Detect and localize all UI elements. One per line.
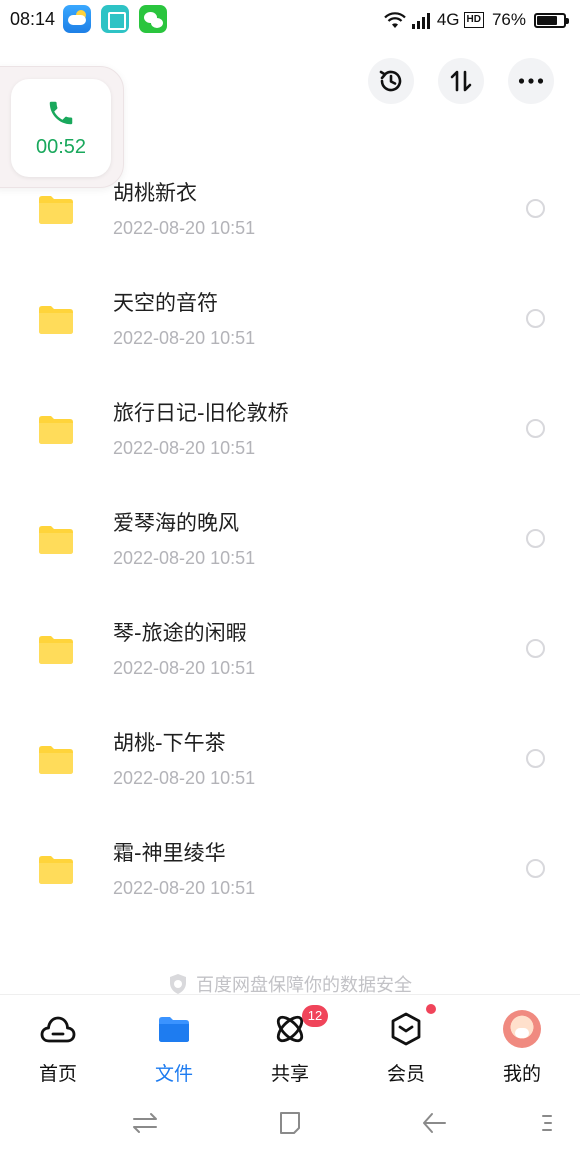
select-checkbox[interactable] (526, 529, 545, 548)
square-icon (280, 1112, 300, 1134)
nav-home-label: 首页 (38, 1063, 77, 1085)
file-list: 胡桃新衣 2022-08-20 10:51 天空的音符 2022-08-20 10:5… (0, 155, 580, 925)
vip-box-icon (386, 1009, 426, 1049)
bottom-nav: 首页 文件 共享 会员 我的 (0, 994, 580, 1094)
call-widget[interactable]: 00:52 (11, 79, 111, 177)
file-date: 2022-08-20 10:51 (113, 218, 256, 238)
shield-icon (170, 974, 186, 994)
history-icon (379, 70, 402, 92)
sort-icon (450, 70, 472, 92)
nav-vip[interactable]: 会员 (348, 995, 464, 1094)
file-name: 胡桃新衣 (113, 181, 197, 205)
home-button[interactable] (277, 1110, 303, 1140)
phone-icon (49, 101, 73, 124)
menu-button[interactable] (541, 1110, 553, 1140)
file-date: 2022-08-20 10:51 (113, 768, 256, 788)
folder-icon (39, 526, 73, 554)
status-right: 4G HD 76% (383, 8, 569, 32)
folder-icon (39, 196, 73, 224)
folder-icon (39, 746, 73, 774)
file-row[interactable]: 爱琴海的晚风 2022-08-20 10:51 (0, 485, 580, 595)
file-date: 2022-08-20 10:51 (113, 438, 256, 458)
select-checkbox[interactable] (526, 199, 545, 218)
menu-lines-icon (542, 1115, 552, 1131)
status-bar: 08:14 4G HD 76% (0, 0, 580, 40)
select-checkbox[interactable] (526, 859, 545, 878)
file-date: 2022-08-20 10:51 (113, 658, 256, 678)
scan-app-icon (101, 5, 129, 33)
cloud-home-icon (38, 1009, 78, 1049)
system-nav-bar (0, 1094, 580, 1160)
file-row[interactable]: 天空的音符 2022-08-20 10:51 (0, 265, 580, 375)
header-actions (368, 58, 554, 104)
battery-icon (534, 12, 569, 28)
back-arrow-icon (423, 1113, 446, 1133)
battery-level (537, 15, 557, 25)
avatar (502, 1009, 542, 1049)
file-name: 爱琴海的晚风 (113, 511, 239, 535)
folder-icon (39, 856, 73, 884)
folder-icon (39, 636, 73, 664)
share-badge: 12 (302, 1005, 328, 1027)
battery-percent: 76% (491, 10, 526, 29)
file-name: 天空的音符 (113, 291, 218, 315)
file-date: 2022-08-20 10:51 (113, 878, 256, 898)
signal-icon (411, 11, 433, 29)
select-checkbox[interactable] (526, 749, 545, 768)
file-name: 旅行日记-旧伦敦桥 (113, 401, 289, 425)
folder-icon (39, 306, 73, 334)
avatar-image (503, 1010, 541, 1048)
nav-share-label: 共享 (270, 1063, 309, 1085)
select-checkbox[interactable] (526, 639, 545, 658)
nav-files-label: 文件 (154, 1063, 193, 1085)
wifi-icon (383, 11, 407, 29)
network-type: 4G (436, 10, 460, 29)
nav-vip-label: 会员 (386, 1063, 425, 1085)
vip-notification-dot (426, 1004, 436, 1014)
switch-apps-button[interactable] (132, 1110, 158, 1140)
nav-files[interactable]: 文件 (116, 995, 232, 1094)
file-date: 2022-08-20 10:51 (113, 548, 256, 568)
status-time: 08:14 (10, 9, 56, 29)
hd-badge: HD (463, 12, 484, 28)
call-float-window[interactable]: 00:52 (0, 66, 124, 188)
switch-icon (133, 1113, 157, 1133)
nav-share[interactable]: 共享 (232, 995, 348, 1094)
weather-app-icon (63, 5, 91, 33)
file-row[interactable]: 琴-旅途的闲暇 2022-08-20 10:51 (0, 595, 580, 705)
file-date: 2022-08-20 10:51 (113, 328, 256, 348)
select-checkbox[interactable] (526, 419, 545, 438)
call-duration: 00:52 (35, 135, 87, 158)
file-name: 琴-旅途的闲暇 (113, 621, 247, 645)
history-button[interactable] (368, 58, 414, 104)
file-row[interactable]: 胡桃-下午茶 2022-08-20 10:51 (0, 705, 580, 815)
nav-me[interactable]: 我的 (464, 995, 580, 1094)
file-row[interactable]: 霜-神里绫华 2022-08-20 10:51 (0, 815, 580, 925)
select-checkbox[interactable] (526, 309, 545, 328)
file-row[interactable]: 旅行日记-旧伦敦桥 2022-08-20 10:51 (0, 375, 580, 485)
nav-me-label: 我的 (502, 1063, 541, 1085)
wechat-app-icon (139, 5, 167, 33)
sort-button[interactable] (438, 58, 484, 104)
file-name: 胡桃-下午茶 (113, 731, 226, 755)
folder-icon (39, 416, 73, 444)
file-name: 霜-神里绫华 (113, 841, 226, 865)
back-button[interactable] (421, 1110, 447, 1140)
more-button[interactable] (508, 58, 554, 104)
nav-home[interactable]: 首页 (0, 995, 116, 1094)
more-icon (518, 78, 544, 84)
folder-nav-icon (154, 1009, 194, 1049)
